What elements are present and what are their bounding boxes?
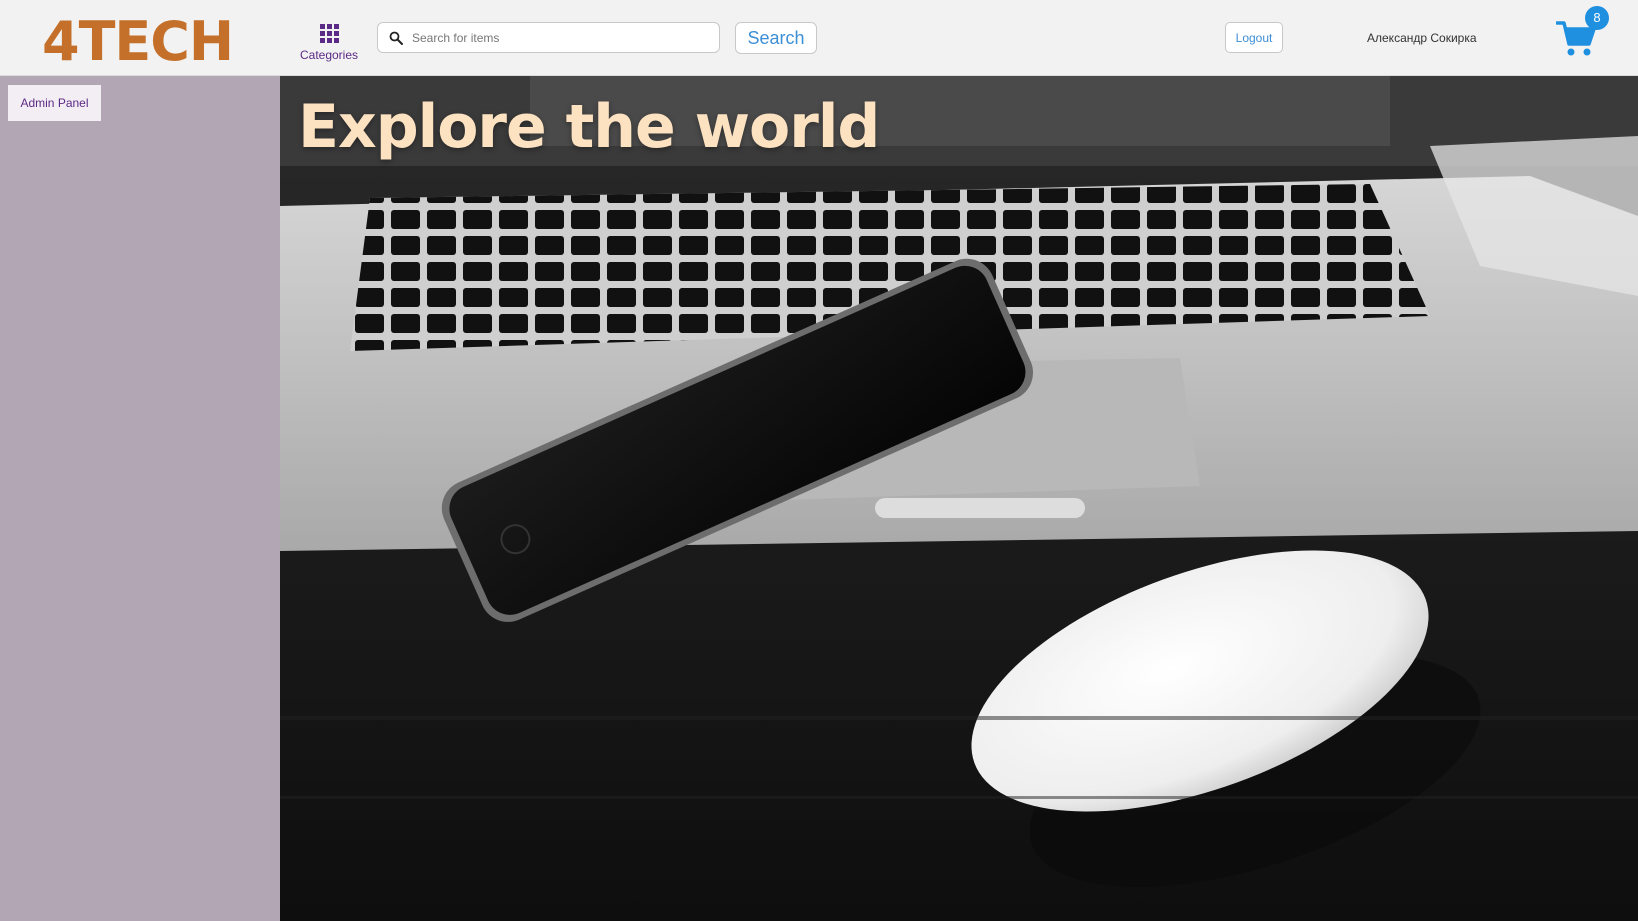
grid-icon [319,24,339,43]
hero-banner: Explore the world [280,76,1638,921]
categories-button[interactable]: Categories [298,24,360,62]
search-button[interactable]: Search [735,22,817,54]
search-box[interactable] [377,22,720,53]
logout-button[interactable]: Logout [1225,22,1283,53]
user-name[interactable]: Александр Сокирка [1367,31,1477,45]
sidebar: Admin Panel [0,76,280,921]
search-icon [389,31,403,45]
hero-image [280,76,1638,921]
top-navigation-bar: 4TECH Categories Search Logout Александр… [0,0,1638,76]
cart-button[interactable]: 8 [1556,6,1616,58]
cart-count-badge: 8 [1585,6,1609,30]
hero-title: Explore the world [298,92,880,162]
admin-panel-button[interactable]: Admin Panel [8,85,101,121]
search-input[interactable] [412,27,712,49]
categories-label: Categories [299,48,359,62]
logo[interactable]: 4TECH [42,12,234,72]
